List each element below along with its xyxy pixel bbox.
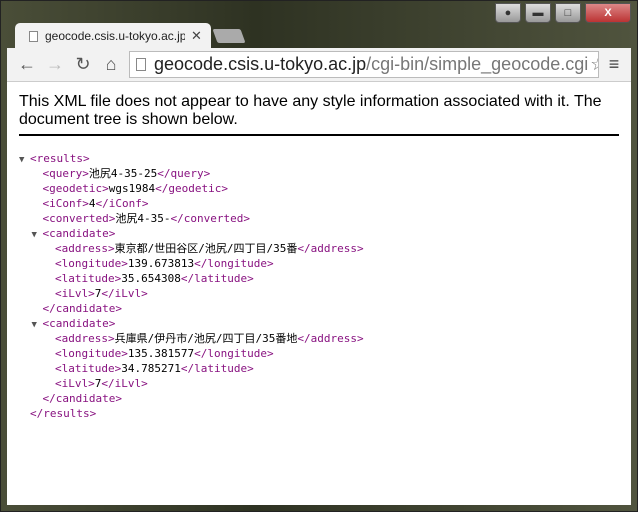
xml-line: <query>池尻4-35-25</query> <box>19 166 631 181</box>
xml-line: <longitude>139.673813</longitude> <box>19 256 631 271</box>
window-controls: ● ▬ □ X <box>495 3 631 23</box>
reload-button[interactable]: ↻ <box>69 54 97 75</box>
tab-close-icon[interactable]: ✕ <box>191 28 202 44</box>
xml-open-tag: <candidate> <box>42 317 116 330</box>
xml-close-tag: </longitude> <box>194 347 274 360</box>
xml-open-tag: <results> <box>30 152 90 165</box>
xml-line: <address>兵庫県/伊丹市/池尻/四丁目/35番地</address> <box>19 331 631 346</box>
minimize-icon: ▬ <box>532 7 544 19</box>
browser-window: ● ▬ □ X geocode.csis.u-tokyo.ac.jp ✕ ← →… <box>0 0 638 512</box>
close-icon: X <box>604 7 612 19</box>
xml-tree: ▼ <results> <query>池尻4-35-25</query> <geode… <box>7 151 631 421</box>
xml-text-value: 池尻4-35- <box>115 212 171 225</box>
xml-line: ▼ <results> <box>19 151 631 166</box>
collapse-triangle-icon[interactable]: ▼ <box>32 318 43 333</box>
back-button[interactable]: ← <box>13 54 41 75</box>
xml-close-tag: </converted> <box>170 212 250 225</box>
xml-line: <latitude>34.785271</latitude> <box>19 361 631 376</box>
xml-text-value: 兵庫県/伊丹市/池尻/四丁目/35番地 <box>114 332 298 345</box>
xml-open-tag: <candidate> <box>42 227 116 240</box>
xml-close-tag: </iLvl> <box>101 287 148 300</box>
xml-line: <iConf>4</iConf> <box>19 196 631 211</box>
xml-line: <geodetic>wgs1984</geodetic> <box>19 181 631 196</box>
xml-line: </candidate> <box>19 391 631 406</box>
tab-title: geocode.csis.u-tokyo.ac.jp <box>45 29 185 43</box>
page-icon <box>136 58 146 71</box>
xml-line: <iLvl>7</iLvl> <box>19 286 631 301</box>
xml-line: <longitude>135.381577</longitude> <box>19 346 631 361</box>
xml-line: <latitude>35.654308</latitude> <box>19 271 631 286</box>
url-path: /cgi-bin/simple_geocode.cgi <box>366 54 589 74</box>
xml-close-tag: </query> <box>157 167 211 180</box>
xml-close-tag: </latitude> <box>180 272 254 285</box>
xml-info-message: This XML file does not appear to have an… <box>19 93 619 136</box>
minimize-button[interactable]: ▬ <box>525 3 551 23</box>
xml-text-value: 135.381577 <box>127 347 195 360</box>
xml-text-value: 139.673813 <box>127 257 195 270</box>
new-tab-button[interactable] <box>212 29 246 43</box>
browser-tab[interactable]: geocode.csis.u-tokyo.ac.jp ✕ <box>15 23 211 49</box>
xml-close-tag: </address> <box>297 242 364 255</box>
collapse-triangle-icon[interactable]: ▼ <box>19 153 30 168</box>
xml-open-tag: <iLvl> <box>55 377 95 390</box>
xml-open-tag: <address> <box>55 332 115 345</box>
xml-line: </candidate> <box>19 301 631 316</box>
xml-open-tag: <latitude> <box>55 362 122 375</box>
xml-text-value: 東京都/世田谷区/池尻/四丁目/35番 <box>114 242 298 255</box>
xml-open-tag: <longitude> <box>55 347 128 360</box>
collapse-triangle-icon[interactable]: ▼ <box>32 228 43 243</box>
xml-line: ▼ <candidate> <box>19 226 631 241</box>
xml-line: <iLvl>7</iLvl> <box>19 376 631 391</box>
xml-close-tag: </iConf> <box>95 197 149 210</box>
xml-open-tag: <latitude> <box>55 272 122 285</box>
xml-close-tag: </longitude> <box>194 257 274 270</box>
close-window-button[interactable]: X <box>585 3 631 23</box>
xml-open-tag: <longitude> <box>55 257 128 270</box>
xml-open-tag: <address> <box>55 242 115 255</box>
xml-line: ▼ <candidate> <box>19 316 631 331</box>
page-icon <box>29 30 38 42</box>
xml-close-tag: </candidate> <box>42 302 122 315</box>
user-icon: ● <box>504 7 512 19</box>
page-content: This XML file does not appear to have an… <box>7 81 631 505</box>
address-bar[interactable]: geocode.csis.u-tokyo.ac.jp/cgi-bin/simpl… <box>129 51 599 78</box>
toolbar: ← → ↻ ⌂ geocode.csis.u-tokyo.ac.jp/cgi-b… <box>7 48 631 81</box>
xml-text-value: 35.654308 <box>121 272 181 285</box>
xml-open-tag: <iLvl> <box>55 287 95 300</box>
xml-line: </results> <box>19 406 631 421</box>
xml-close-tag: </candidate> <box>42 392 122 405</box>
xml-line: <address>東京都/世田谷区/池尻/四丁目/35番</address> <box>19 241 631 256</box>
url-host: geocode.csis.u-tokyo.ac.jp <box>154 54 367 74</box>
xml-open-tag: <query> <box>42 167 89 180</box>
xml-close-tag: </results> <box>30 407 97 420</box>
home-button[interactable]: ⌂ <box>97 54 125 75</box>
maximize-icon: □ <box>564 7 572 19</box>
xml-text-value: 34.785271 <box>121 362 181 375</box>
xml-close-tag: </iLvl> <box>101 377 148 390</box>
xml-open-tag: <iConf> <box>42 197 89 210</box>
xml-open-tag: <geodetic> <box>42 182 109 195</box>
xml-close-tag: </latitude> <box>180 362 254 375</box>
menu-button[interactable]: ≡ <box>603 54 625 75</box>
xml-open-tag: <converted> <box>42 212 116 225</box>
maximize-button[interactable]: □ <box>555 3 581 23</box>
forward-button[interactable]: → <box>41 54 69 75</box>
profile-button[interactable]: ● <box>495 3 521 23</box>
xml-text-value: wgs1984 <box>108 182 156 195</box>
xml-close-tag: </geodetic> <box>155 182 228 195</box>
xml-close-tag: </address> <box>297 332 364 345</box>
xml-line: <converted>池尻4-35-</converted> <box>19 211 631 226</box>
xml-text-value: 池尻4-35-25 <box>88 167 158 180</box>
bookmark-star-icon[interactable]: ☆ <box>588 54 598 75</box>
